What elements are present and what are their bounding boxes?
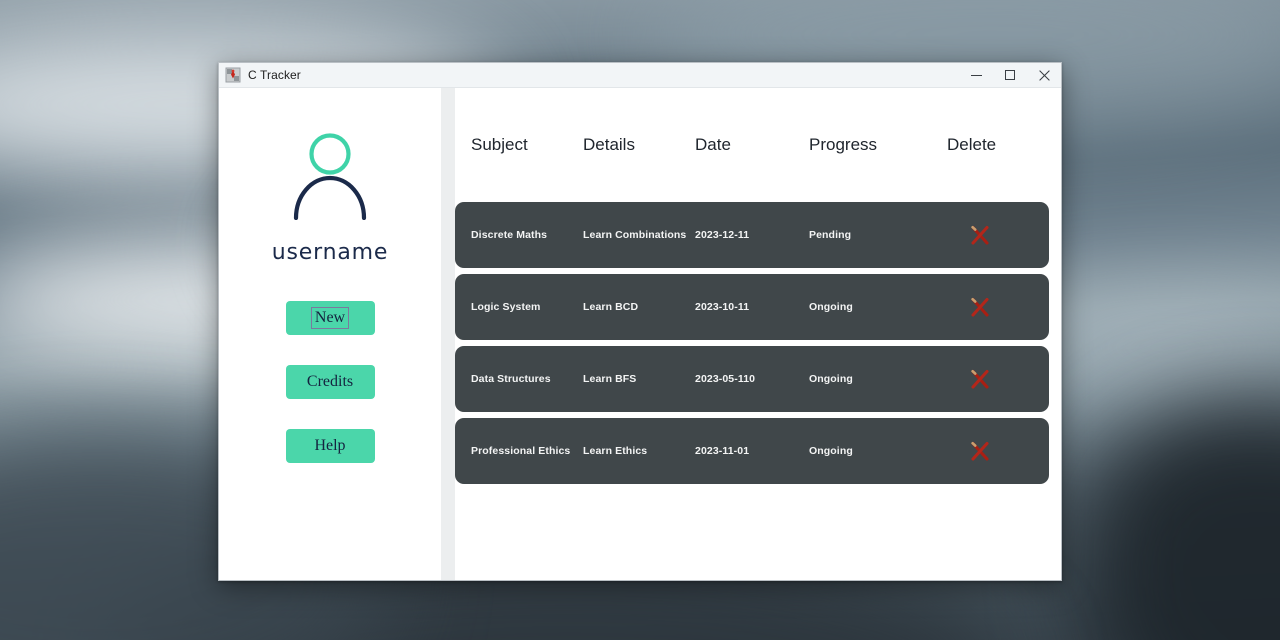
minimize-icon[interactable] <box>959 63 993 87</box>
cell-date: 2023-05-110 <box>695 373 809 385</box>
cell-delete <box>947 368 1049 390</box>
python-feather-icon <box>225 67 241 83</box>
window-title: C Tracker <box>248 68 301 82</box>
cell-date: 2023-11-01 <box>695 445 809 457</box>
window-controls <box>959 63 1061 87</box>
cell-details: Learn Ethics <box>583 445 695 457</box>
panel-divider <box>441 88 455 580</box>
app-window: C Tracker usernam <box>218 62 1062 581</box>
cell-subject: Discrete Maths <box>471 229 583 241</box>
cell-progress: Ongoing <box>809 373 947 385</box>
cell-subject: Logic System <box>471 301 583 313</box>
user-avatar-icon <box>284 128 376 220</box>
sidebar-buttons: New Credits Help <box>286 301 375 463</box>
cell-progress: Ongoing <box>809 301 947 313</box>
username-label: username <box>272 240 388 265</box>
cell-subject: Data Structures <box>471 373 583 385</box>
cell-progress: Pending <box>809 229 947 241</box>
task-table-panel: Subject Details Date Progress Delete Dis… <box>455 88 1061 580</box>
table-row[interactable]: Discrete Maths Learn Combinations 2023-1… <box>455 202 1049 268</box>
red-cross-delete-icon[interactable] <box>969 368 991 390</box>
column-header-progress: Progress <box>809 135 947 155</box>
credits-button[interactable]: Credits <box>286 365 375 399</box>
column-header-delete: Delete <box>947 135 1027 155</box>
close-icon[interactable] <box>1027 63 1061 87</box>
task-rows: Discrete Maths Learn Combinations 2023-1… <box>455 202 1055 580</box>
title-bar[interactable]: C Tracker <box>219 63 1061 88</box>
cell-delete <box>947 440 1049 462</box>
cell-subject: Professional Ethics <box>471 445 583 457</box>
new-button[interactable]: New <box>286 301 375 335</box>
cell-details: Learn BFS <box>583 373 695 385</box>
table-row[interactable]: Logic System Learn BCD 2023-10-11 Ongoin… <box>455 274 1049 340</box>
column-header-subject: Subject <box>471 135 583 155</box>
column-header-details: Details <box>583 135 695 155</box>
sidebar: username New Credits Help <box>219 88 441 580</box>
cell-date: 2023-10-11 <box>695 301 809 313</box>
credits-button-label: Credits <box>303 371 357 393</box>
window-body: username New Credits Help Subject Detail… <box>219 88 1061 580</box>
cell-delete <box>947 296 1049 318</box>
help-button[interactable]: Help <box>286 429 375 463</box>
table-header-row: Subject Details Date Progress Delete <box>455 88 1055 202</box>
maximize-icon[interactable] <box>993 63 1027 87</box>
red-cross-delete-icon[interactable] <box>969 440 991 462</box>
cell-details: Learn Combinations <box>583 229 695 241</box>
table-row[interactable]: Professional Ethics Learn Ethics 2023-11… <box>455 418 1049 484</box>
new-button-label: New <box>311 307 349 329</box>
cell-date: 2023-12-11 <box>695 229 809 241</box>
red-cross-delete-icon[interactable] <box>969 224 991 246</box>
table-row[interactable]: Data Structures Learn BFS 2023-05-110 On… <box>455 346 1049 412</box>
red-cross-delete-icon[interactable] <box>969 296 991 318</box>
cell-progress: Ongoing <box>809 445 947 457</box>
column-header-date: Date <box>695 135 809 155</box>
help-button-label: Help <box>310 435 349 457</box>
cell-delete <box>947 224 1049 246</box>
cell-details: Learn BCD <box>583 301 695 313</box>
